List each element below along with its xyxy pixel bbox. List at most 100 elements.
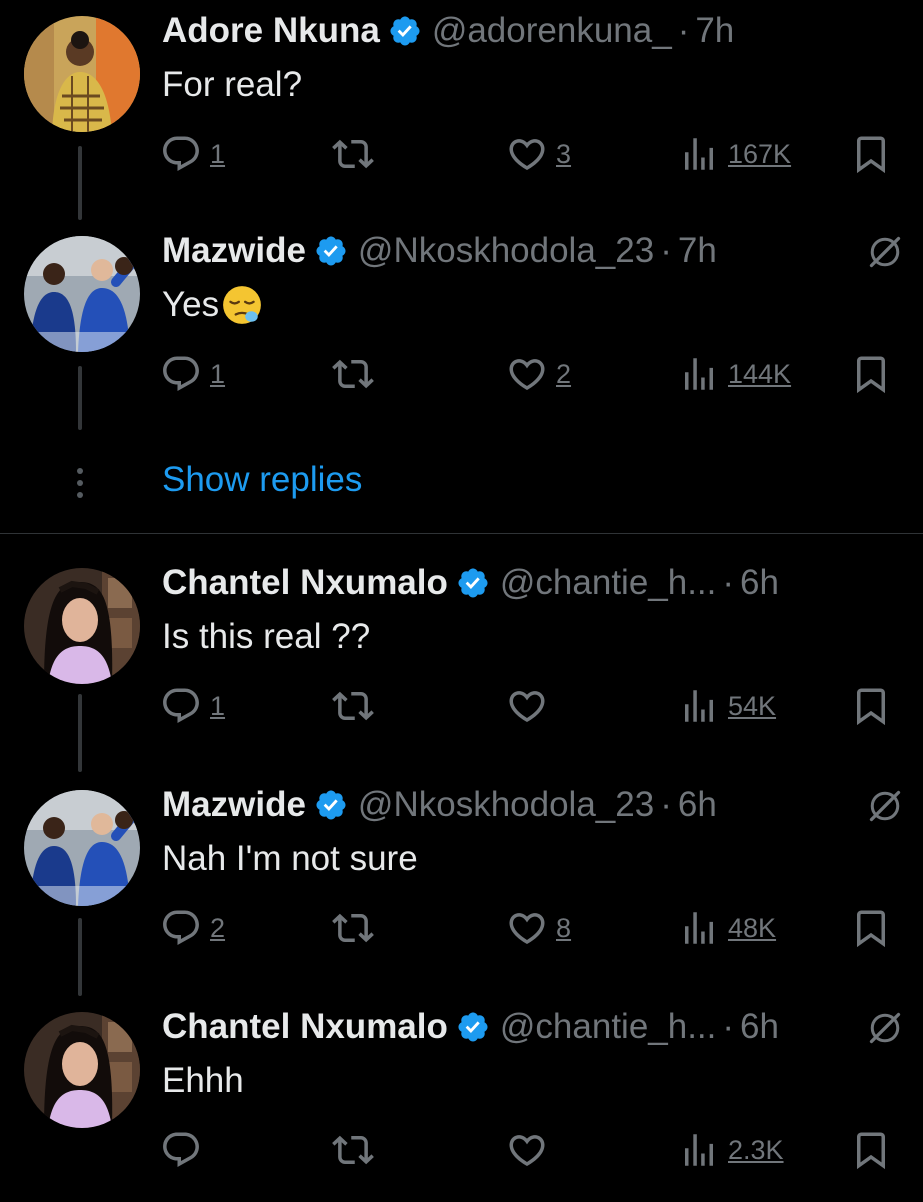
avatar-mazwide	[24, 790, 140, 906]
views-button[interactable]: 54K	[678, 684, 776, 728]
tweet[interactable]: Chantel Nxumalo @chantie_h... · 6h Is this r…	[0, 558, 923, 758]
tweet-header: Mazwide @Nkoskhodola_23 · 7h	[162, 226, 717, 276]
timestamp[interactable]: 6h	[678, 785, 717, 825]
grok-icon[interactable]	[867, 788, 903, 824]
retweet-icon	[332, 133, 374, 175]
views-button[interactable]: 144K	[678, 352, 791, 396]
author-name[interactable]: Chantel Nxumalo	[162, 1007, 448, 1047]
avatar-mazwide	[24, 236, 140, 352]
bookmark-icon	[850, 133, 892, 175]
verified-badge-icon	[314, 234, 348, 268]
avatar[interactable]	[24, 1012, 140, 1128]
reply-button[interactable]: 2	[160, 906, 225, 950]
author-name[interactable]: Adore Nkuna	[162, 11, 380, 51]
thread-connector-line	[78, 694, 82, 772]
likes-count: 8	[556, 912, 572, 943]
timestamp[interactable]: 6h	[740, 563, 779, 603]
author-handle[interactable]: @chantie_h...	[500, 1007, 717, 1047]
verified-badge-icon	[314, 788, 348, 822]
tweet-text-content: Ehhh	[162, 1061, 244, 1100]
reply-icon	[160, 353, 202, 395]
timestamp[interactable]: 7h	[695, 11, 734, 51]
timestamp[interactable]: 6h	[740, 1007, 779, 1047]
author-name[interactable]: Mazwide	[162, 231, 306, 271]
show-replies-row[interactable]: Show replies	[0, 456, 923, 508]
bookmark-icon	[850, 907, 892, 949]
avatar[interactable]	[24, 790, 140, 906]
reply-icon	[160, 907, 202, 949]
bookmark-button[interactable]	[850, 906, 892, 950]
views-button[interactable]: 2.3K	[678, 1128, 784, 1172]
author-name[interactable]: Mazwide	[162, 785, 306, 825]
timestamp[interactable]: 7h	[678, 231, 717, 271]
show-replies-link[interactable]: Show replies	[162, 460, 362, 500]
bookmark-button[interactable]	[850, 684, 892, 728]
tweet-header: Chantel Nxumalo @chantie_h... · 6h	[162, 558, 779, 608]
tweet-actions: 1 2 144K	[0, 352, 923, 396]
author-handle[interactable]: @Nkoskhodola_23	[358, 231, 654, 271]
views-count: 48K	[728, 912, 777, 943]
heart-icon	[506, 685, 548, 727]
separator-dot: ·	[677, 11, 690, 50]
bookmark-icon	[850, 353, 892, 395]
tweet[interactable]: Chantel Nxumalo @chantie_h... · 6h Ehhh 2.3K	[0, 1002, 923, 1202]
like-button[interactable]: 3	[506, 132, 571, 176]
tweet-text-content: For real?	[162, 65, 303, 104]
tweet-text: For real?	[162, 60, 302, 110]
replies-count: 1	[210, 138, 226, 169]
separator-dot: ·	[722, 563, 735, 602]
views-button[interactable]: 48K	[678, 906, 776, 950]
reply-icon	[160, 133, 202, 175]
retweet-button[interactable]	[332, 684, 374, 728]
tweet[interactable]: Mazwide @Nkoskhodola_23 · 7h Yes 1 2 144K	[0, 226, 923, 426]
author-handle[interactable]: @Nkoskhodola_23	[358, 785, 654, 825]
bookmark-button[interactable]	[850, 352, 892, 396]
tweet-actions: 1 3 167K	[0, 132, 923, 176]
like-button[interactable]	[506, 1128, 548, 1172]
thread-connector-line	[78, 366, 82, 430]
replies-count: 2	[210, 912, 226, 943]
reply-button[interactable]: 1	[160, 684, 225, 728]
bookmark-button[interactable]	[850, 132, 892, 176]
grok-icon[interactable]	[867, 234, 903, 270]
views-icon	[678, 907, 720, 949]
grok-icon[interactable]	[867, 1010, 903, 1046]
views-icon	[678, 1129, 720, 1171]
bookmark-icon	[850, 685, 892, 727]
tweet-text: Yes	[162, 280, 263, 330]
separator-dot: ·	[722, 1007, 735, 1046]
bookmark-button[interactable]	[850, 1128, 892, 1172]
reply-button[interactable]: 1	[160, 352, 225, 396]
reply-button[interactable]: 1	[160, 132, 225, 176]
avatar-adore	[24, 16, 140, 132]
tweet[interactable]: Mazwide @Nkoskhodola_23 · 6h Nah I'm not sur…	[0, 780, 923, 980]
author-handle[interactable]: @adorenkuna_	[432, 11, 672, 51]
reply-button[interactable]	[160, 1128, 202, 1172]
retweet-button[interactable]	[332, 906, 374, 950]
tweet-actions: 2 8 48K	[0, 906, 923, 950]
views-count: 144K	[728, 358, 792, 389]
author-name[interactable]: Chantel Nxumalo	[162, 563, 448, 603]
avatar[interactable]	[24, 16, 140, 132]
retweet-button[interactable]	[332, 132, 374, 176]
like-button[interactable]: 8	[506, 906, 571, 950]
retweet-button[interactable]	[332, 352, 374, 396]
tweet-text-content: Yes	[162, 285, 220, 324]
retweet-icon	[332, 907, 374, 949]
heart-icon	[506, 1129, 548, 1171]
like-button[interactable]	[506, 684, 548, 728]
separator-dot: ·	[660, 231, 672, 270]
views-button[interactable]: 167K	[678, 132, 791, 176]
retweet-button[interactable]	[332, 1128, 374, 1172]
separator-dot: ·	[660, 785, 672, 824]
avatar[interactable]	[24, 236, 140, 352]
thread-connector-line	[78, 146, 82, 220]
author-handle[interactable]: @chantie_h...	[500, 563, 717, 603]
like-button[interactable]: 2	[506, 352, 571, 396]
avatar[interactable]	[24, 568, 140, 684]
more-dots-icon	[77, 468, 83, 498]
bookmark-icon	[850, 1129, 892, 1171]
heart-icon	[506, 907, 548, 949]
views-count: 54K	[728, 690, 777, 721]
tweet[interactable]: Adore Nkuna @adorenkuna_ · 7h For real? 1 3 167…	[0, 6, 923, 206]
